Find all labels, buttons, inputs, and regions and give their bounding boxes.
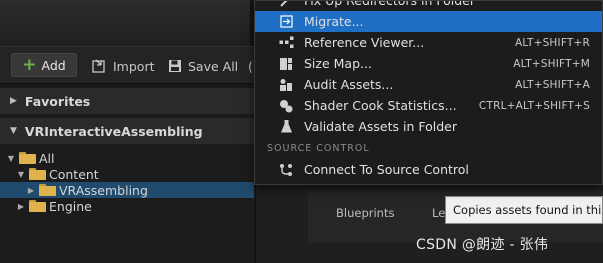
expand-arrow-icon: ▼: [17, 169, 25, 179]
tree-item-label: Engine: [49, 198, 92, 214]
menu-item-label: Validate Assets in Folder: [304, 119, 457, 134]
menu-item-connect-source-control[interactable]: Connect To Source Control: [255, 159, 602, 180]
tree-item-label: Content: [49, 166, 99, 182]
add-button[interactable]: + Add: [11, 53, 77, 77]
expand-arrow-icon: ▼: [7, 153, 15, 163]
size-map-icon: [277, 55, 295, 73]
menu-item-shortcut: ALT+SHIFT+A: [515, 78, 590, 91]
favorites-label: Favorites: [24, 93, 91, 109]
menu-item-label: Reference Viewer...: [304, 35, 425, 50]
menu-item-fix-redirectors[interactable]: Fix Up Redirectors in Folder: [255, 0, 602, 11]
menu-item-label: Audit Assets...: [304, 77, 394, 92]
context-menu: Fix Up Redirectors in Folder Migrate... …: [254, 0, 603, 185]
menu-item-shortcut: CTRL+ALT+SHIFT+S: [478, 99, 590, 112]
plus-icon: +: [22, 54, 37, 75]
save-all-label: Save All: [188, 58, 239, 74]
folder-icon: [39, 184, 56, 196]
menu-item-shader-cook-stats[interactable]: Shader Cook Statistics... CTRL+ALT+SHIFT…: [255, 95, 602, 116]
save-icon: [168, 59, 182, 73]
menu-item-label: Size Map...: [304, 56, 372, 71]
project-label: VRInteractiveAssembling: [24, 123, 203, 139]
collapse-arrow-icon: ▶: [27, 185, 35, 195]
collapse-arrow-icon: ▶: [10, 96, 17, 106]
tree-item-label: VRAssembling: [59, 182, 148, 198]
audit-assets-icon: [277, 76, 295, 94]
menu-item-audit-assets[interactable]: Audit Assets... ALT+SHIFT+A: [255, 74, 602, 95]
migrate-tooltip: Copies assets found in this f: [445, 196, 603, 224]
menu-item-label: Fix Up Redirectors in Folder: [304, 0, 476, 8]
tree-item-label: All: [39, 150, 55, 166]
tree-item-all[interactable]: ▼ All: [0, 150, 254, 166]
migrate-icon: [277, 13, 295, 31]
import-button[interactable]: Import: [92, 56, 155, 76]
menu-item-shortcut: ALT+SHIFT+R: [514, 36, 590, 49]
toolbar-overflow-label: (: [248, 58, 253, 74]
save-all-button[interactable]: Save All: [168, 56, 238, 76]
add-button-label: Add: [41, 57, 66, 73]
menu-item-label: Connect To Source Control: [304, 162, 469, 177]
menu-item-validate-assets[interactable]: Validate Assets in Folder: [255, 116, 602, 137]
folder-icon: [19, 152, 36, 164]
folder-icon: [29, 200, 46, 212]
watermark: CSDN @朗迹 - 张伟: [416, 237, 549, 253]
import-label: Import: [113, 58, 155, 74]
menu-item-reference-viewer[interactable]: Reference Viewer... ALT+SHIFT+R: [255, 32, 602, 53]
tree-item-content[interactable]: ▼ Content: [0, 166, 254, 182]
folder-tree: ▼ All ▼ Content ▶ VRAssembling ▶ Engine: [0, 146, 254, 263]
source-control-section-label: SOURCE CONTROL: [267, 143, 370, 154]
tree-item-vrassembling[interactable]: ▶ VRAssembling: [0, 182, 254, 198]
shader-stats-icon: [277, 97, 295, 115]
project-header[interactable]: ▼ VRInteractiveAssembling: [0, 118, 254, 144]
import-icon: [92, 59, 107, 73]
validate-icon: [277, 118, 295, 136]
tab-blueprints[interactable]: Blueprints: [336, 206, 394, 220]
menu-item-label: Migrate...: [304, 14, 364, 29]
reference-viewer-icon: [277, 34, 295, 52]
toolbar-overflow[interactable]: (: [248, 56, 253, 76]
menu-item-migrate[interactable]: Migrate...: [255, 11, 602, 32]
source-control-icon: [277, 161, 295, 179]
tree-item-engine[interactable]: ▶ Engine: [0, 198, 254, 214]
menu-item-label: Shader Cook Statistics...: [304, 98, 457, 113]
tab-partial[interactable]: Le: [432, 206, 445, 220]
folder-icon: [29, 168, 46, 180]
expand-arrow-icon: ▼: [10, 126, 17, 136]
collapse-arrow-icon: ▶: [17, 201, 25, 211]
menu-item-size-map[interactable]: Size Map... ALT+SHIFT+M: [255, 53, 602, 74]
fix-redirectors-icon: [277, 1, 295, 10]
menu-item-shortcut: ALT+SHIFT+M: [513, 57, 590, 70]
tooltip-text: Copies assets found in this f: [453, 203, 603, 217]
favorites-header[interactable]: ▶ Favorites: [0, 88, 254, 114]
